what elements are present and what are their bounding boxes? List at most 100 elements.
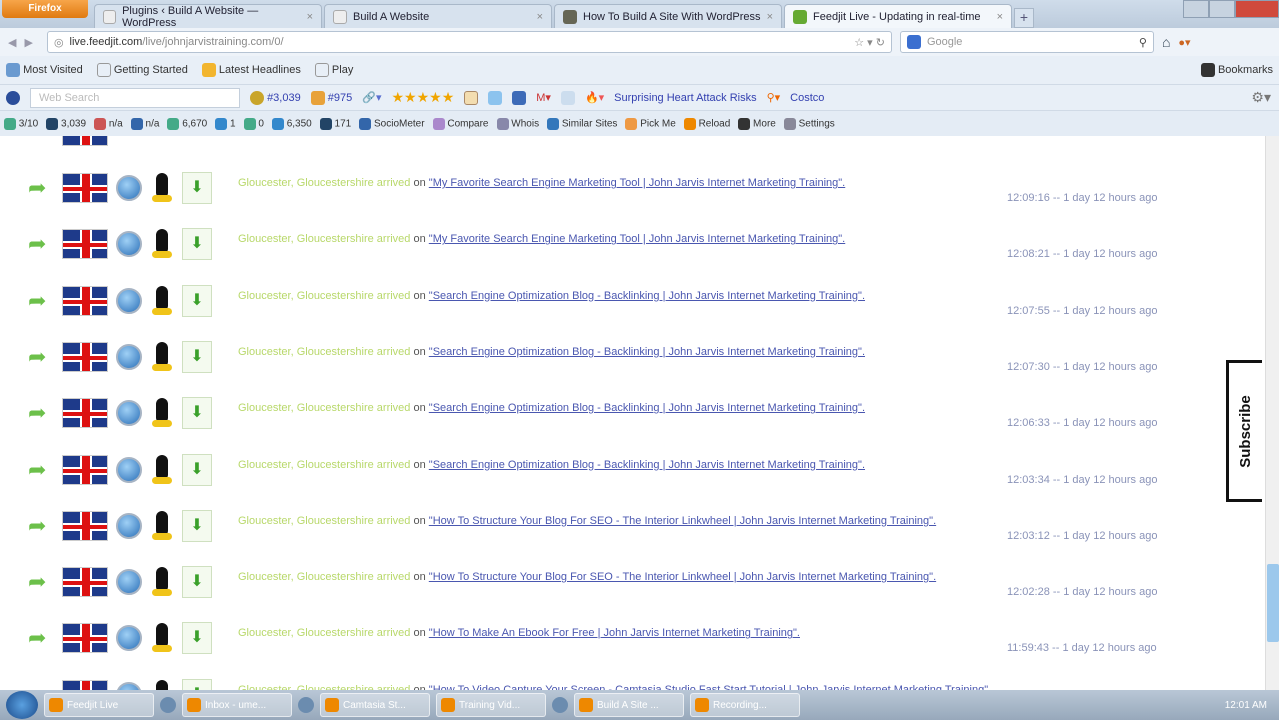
toolbar2-icon (432, 117, 445, 130)
download-icon[interactable]: ⬇ (182, 397, 212, 430)
search-icon[interactable]: ⚲ (1139, 36, 1147, 49)
tab-feedjit-live[interactable]: Feedjit Live - Updating in real-time × (784, 4, 1012, 28)
url-bar[interactable]: ◎ live.feedjit.com/live/johnjarvistrainin… (46, 31, 892, 53)
firefox-menu-button[interactable]: Firefox (2, 0, 88, 18)
close-icon[interactable]: × (307, 11, 313, 23)
referrer-arrow-icon[interactable]: ➦ (28, 177, 54, 199)
back-icon[interactable]: ◀ (8, 36, 16, 49)
page-link[interactable]: "Search Engine Optimization Blog - Backl… (429, 290, 865, 302)
referrer-arrow-icon[interactable]: ➦ (28, 571, 54, 593)
download-icon[interactable]: ⬇ (182, 284, 212, 317)
referrer-arrow-icon[interactable]: ➦ (28, 233, 54, 255)
tab-plugins[interactable]: Plugins ‹ Build A Website — WordPress × (94, 4, 322, 29)
page-link[interactable]: "How To Make An Ebook For Free | John Ja… (429, 627, 800, 639)
pinned-app-icon[interactable] (552, 697, 568, 713)
toolbar-logo-icon[interactable] (6, 90, 20, 105)
taskbar-button[interactable]: Camtasia St... (320, 693, 430, 717)
referrer-arrow-icon[interactable]: ➦ (28, 289, 54, 312)
web-search-input[interactable]: Web Search (30, 87, 240, 108)
page-icon (314, 63, 329, 77)
page-link[interactable]: "Search Engine Optimization Blog - Backl… (429, 346, 865, 358)
tab-how-to-build[interactable]: How To Build A Site With WordPress × (554, 4, 782, 28)
close-window-button[interactable] (1235, 0, 1279, 18)
taskbar-button[interactable]: Build A Site ... (574, 693, 684, 717)
linux-icon (150, 285, 174, 316)
toolbar2-item[interactable]: Compare (432, 117, 489, 130)
addon-icon[interactable]: ●▾ (1178, 36, 1190, 49)
download-icon[interactable]: ⬇ (182, 509, 212, 542)
pinned-app-icon[interactable] (298, 697, 314, 713)
page-link[interactable]: "How To Structure Your Blog For SEO - Th… (429, 515, 936, 527)
uk-flag-icon (62, 567, 108, 598)
gmail-icon[interactable]: M▾ (536, 91, 551, 104)
bookmark-latest-headlines[interactable]: Latest Headlines (201, 63, 301, 77)
widget-icon[interactable] (560, 90, 575, 105)
download-icon[interactable]: ⬇ (182, 678, 212, 690)
fire-icon[interactable]: 🔥▾ (585, 91, 604, 104)
pin-icon[interactable]: ⚲▾ (767, 91, 781, 104)
search-bar[interactable]: Google ⚲ (899, 31, 1154, 53)
home-icon[interactable]: ⌂ (1162, 34, 1170, 50)
download-icon[interactable]: ⬇ (182, 172, 212, 204)
page-link[interactable]: "Search Engine Optimization Blog - Backl… (429, 402, 865, 414)
copy-icon[interactable] (488, 90, 503, 105)
toolbar2-item[interactable]: More (738, 117, 776, 130)
star-icon[interactable]: ☆ ▾ ↻ (854, 36, 885, 49)
linux-icon (150, 510, 174, 541)
tablet-icon[interactable] (464, 90, 479, 105)
maximize-button[interactable] (1209, 0, 1235, 18)
minimize-button[interactable] (1183, 0, 1209, 18)
close-icon[interactable]: × (767, 11, 773, 23)
toolbar2-item[interactable]: SocioMeter (359, 117, 425, 130)
bookmarks-menu[interactable]: Bookmarks (1200, 63, 1273, 77)
pinned-app-icon[interactable] (160, 697, 176, 713)
download-icon[interactable]: ⬇ (182, 453, 212, 486)
scrollbar[interactable] (1265, 136, 1279, 690)
toolbar2-item[interactable]: Settings (783, 117, 835, 130)
forward-icon[interactable]: ▶ (24, 36, 32, 49)
toolbar2-item[interactable]: Reload (683, 117, 730, 130)
link-heart-attack[interactable]: Surprising Heart Attack Risks (614, 92, 756, 104)
bookmark-getting-started[interactable]: Getting Started (96, 63, 188, 77)
taskbar-button[interactable]: Feedjit Live (44, 693, 154, 717)
taskbar-button[interactable]: Recording... (690, 693, 800, 717)
tab-build-a-website[interactable]: Build A Website × (324, 4, 552, 28)
uk-flag-icon (62, 679, 108, 690)
referrer-arrow-icon[interactable]: ➦ (28, 627, 54, 649)
page-link[interactable]: "Search Engine Optimization Blog - Backl… (429, 459, 865, 471)
download-icon[interactable]: ⬇ (182, 566, 212, 599)
subscribe-button[interactable]: Subscribe (1226, 360, 1262, 502)
download-icon[interactable]: ⬇ (182, 622, 212, 655)
toolbar2-icon (243, 117, 256, 130)
toolbar2-item[interactable]: Pick Me (625, 117, 676, 130)
bookmark-most-visited[interactable]: Most Visited (6, 63, 83, 77)
referrer-arrow-icon[interactable]: ➦ (28, 514, 54, 537)
uk-flag-icon (62, 398, 108, 429)
page-link[interactable]: "My Favorite Search Engine Marketing Too… (429, 233, 845, 245)
download-icon[interactable]: ⬇ (182, 340, 212, 373)
taskbar-button[interactable]: Inbox - ume... (182, 693, 292, 717)
referrer-arrow-icon[interactable]: ➦ (28, 402, 54, 424)
page-link[interactable]: "My Favorite Search Engine Marketing Too… (429, 177, 845, 189)
gear-icon[interactable]: ⚙▾ (1251, 89, 1271, 106)
page-link[interactable]: "How To Structure Your Blog For SEO - Th… (429, 571, 936, 583)
bookmark-play[interactable]: Play (314, 63, 353, 77)
toolbar2-item[interactable]: Similar Sites (547, 117, 617, 130)
start-button[interactable] (6, 691, 38, 719)
app-icon (579, 698, 593, 712)
new-tab-button[interactable]: + (1014, 8, 1034, 28)
facebook-icon[interactable] (512, 90, 527, 105)
close-icon[interactable]: × (997, 11, 1003, 23)
download-icon[interactable]: ⬇ (182, 228, 212, 261)
link-costco[interactable]: Costco (790, 92, 824, 104)
link-icon[interactable]: 🔗▾ (362, 91, 381, 104)
clock[interactable]: 12:01 AM (1225, 700, 1267, 711)
uk-flag-icon (62, 341, 108, 372)
referrer-arrow-icon[interactable]: ➦ (28, 345, 54, 368)
referrer-arrow-icon[interactable] (28, 136, 54, 142)
taskbar-button[interactable]: Training Vid... (436, 693, 546, 717)
scrollbar-thumb[interactable] (1267, 564, 1279, 642)
toolbar2-item[interactable]: Whois (496, 117, 539, 130)
close-icon[interactable]: × (537, 11, 543, 23)
referrer-arrow-icon[interactable]: ➦ (28, 458, 54, 481)
